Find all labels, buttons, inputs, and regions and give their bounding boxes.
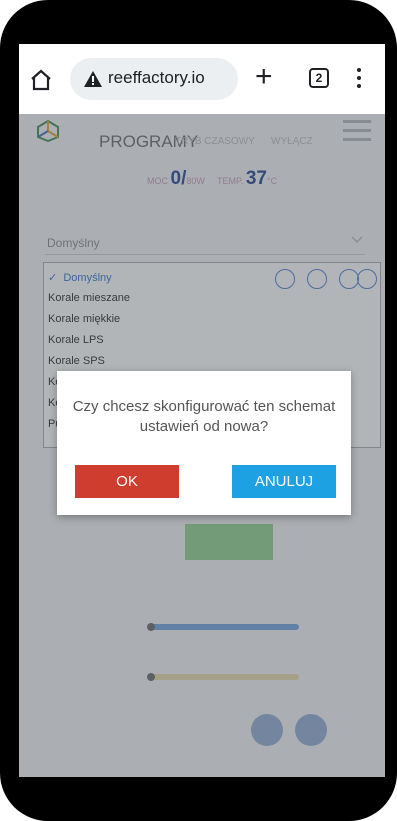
tab-count-button[interactable]: 2	[309, 68, 329, 88]
warning-icon[interactable]	[84, 71, 102, 87]
more-menu-icon[interactable]	[356, 68, 362, 90]
ok-button[interactable]: OK	[75, 465, 179, 498]
cancel-button[interactable]: ANULUJ	[232, 465, 336, 498]
browser-toolbar: reeffactory.io + 2	[19, 44, 385, 114]
new-tab-icon[interactable]: +	[255, 62, 273, 92]
url-text: reeffactory.io	[108, 68, 205, 87]
screen: reeffactory.io + 2 PROGRAMY TRYB CZASOWY…	[19, 44, 385, 777]
home-icon[interactable]	[29, 68, 53, 92]
phone-frame: reeffactory.io + 2 PROGRAMY TRYB CZASOWY…	[0, 0, 397, 821]
dialog-message: Czy chcesz skonfigurować ten schemat ust…	[72, 398, 336, 435]
confirm-dialog: Czy chcesz skonfigurować ten schemat ust…	[57, 371, 351, 515]
address-bar[interactable]: reeffactory.io	[70, 58, 238, 100]
